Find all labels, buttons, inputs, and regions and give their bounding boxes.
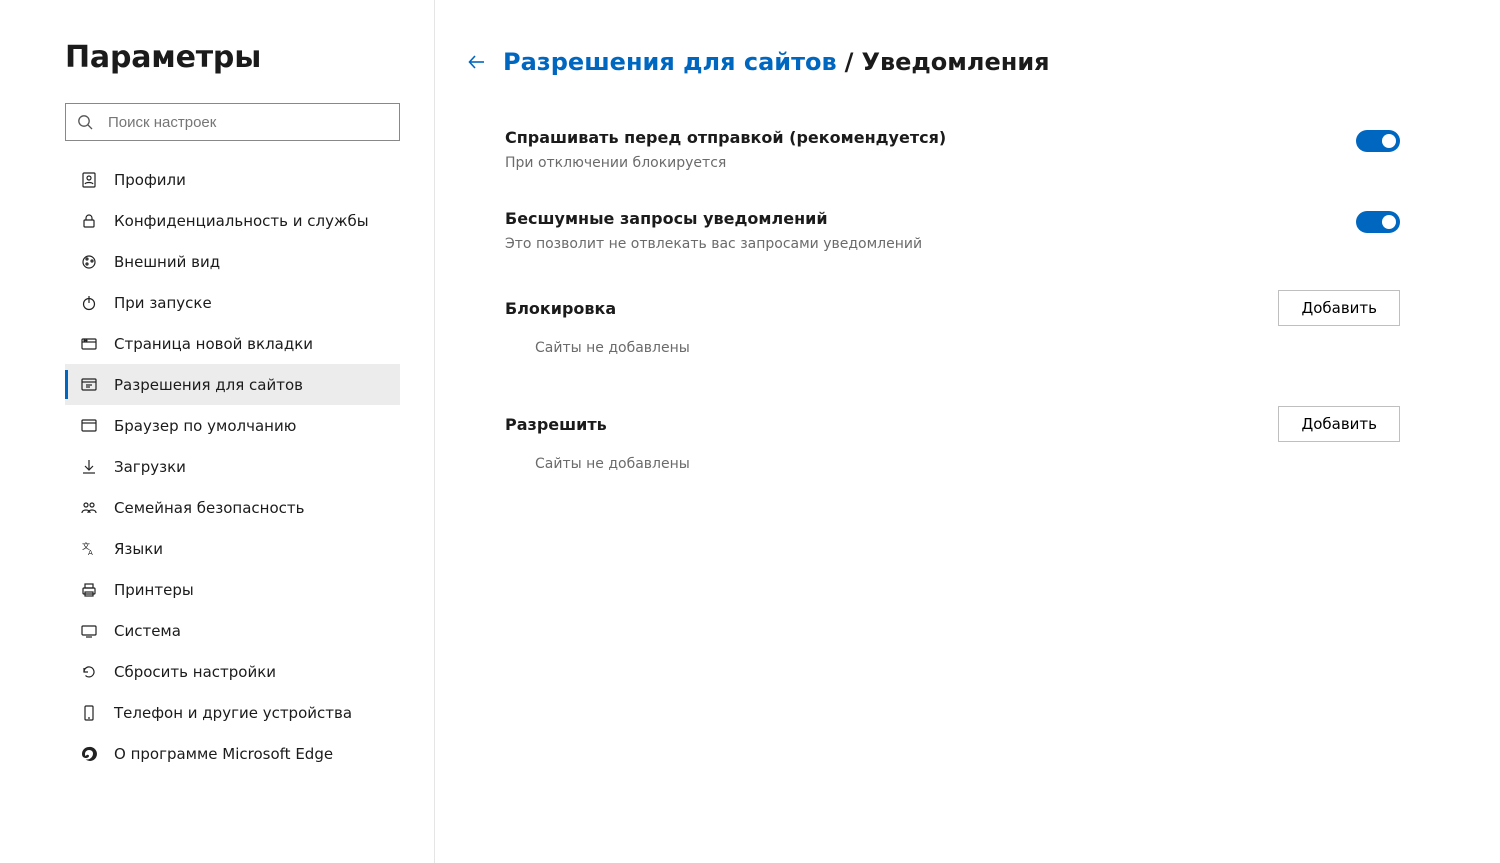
setting-title: Спрашивать перед отправкой (рекомендуетс… [505, 128, 946, 147]
add-block-button[interactable]: Добавить [1278, 290, 1400, 326]
sidebar-item-label: Сбросить настройки [114, 663, 276, 681]
appearance-icon [80, 253, 98, 271]
section-allow: Разрешить Добавить [465, 406, 1400, 442]
setting-text: Бесшумные запросы уведомлений Это позвол… [505, 209, 922, 252]
setting-desc: При отключении блокируется [505, 155, 946, 171]
search-wrap [65, 103, 400, 141]
newtab-icon [80, 335, 98, 353]
sidebar-item-label: Семейная безопасность [114, 499, 304, 517]
breadcrumb-separator: / [845, 48, 854, 76]
permissions-icon [80, 376, 98, 394]
sidebar-item-phone[interactable]: Телефон и другие устройства [65, 692, 400, 733]
block-empty-message: Сайты не добавлены [465, 340, 1400, 356]
sidebar-item-label: Система [114, 622, 181, 640]
lock-icon [80, 212, 98, 230]
sidebar-item-family[interactable]: Семейная безопасность [65, 487, 400, 528]
setting-title: Бесшумные запросы уведомлений [505, 209, 922, 228]
section-title: Блокировка [505, 299, 616, 318]
sidebar-title: Параметры [65, 40, 434, 75]
sidebar-item-profiles[interactable]: Профили [65, 159, 400, 200]
power-icon [80, 294, 98, 312]
sidebar-item-about[interactable]: О программе Microsoft Edge [65, 733, 400, 774]
allow-empty-message: Сайты не добавлены [465, 456, 1400, 472]
setting-desc: Это позволит не отвлекать вас запросами … [505, 236, 922, 252]
sidebar-item-downloads[interactable]: Загрузки [65, 446, 400, 487]
back-button[interactable] [465, 50, 489, 74]
toggle-quiet-requests[interactable] [1356, 211, 1400, 233]
breadcrumb-current: Уведомления [861, 48, 1049, 76]
printer-icon [80, 581, 98, 599]
sidebar-item-printers[interactable]: Принтеры [65, 569, 400, 610]
sidebar-item-label: Принтеры [114, 581, 194, 599]
sidebar-item-label: Телефон и другие устройства [114, 704, 352, 722]
sidebar-item-label: Внешний вид [114, 253, 220, 271]
sidebar-item-startup[interactable]: При запуске [65, 282, 400, 323]
phone-icon [80, 704, 98, 722]
sidebar-item-privacy[interactable]: Конфиденциальность и службы [65, 200, 400, 241]
sidebar-item-default-browser[interactable]: Браузер по умолчанию [65, 405, 400, 446]
sidebar-item-reset[interactable]: Сбросить настройки [65, 651, 400, 692]
section-block: Блокировка Добавить [465, 290, 1400, 326]
sidebar-item-site-permissions[interactable]: Разрешения для сайтов [65, 364, 400, 405]
settings-sidebar: Параметры Профили Конфиденциальность и с… [0, 0, 435, 863]
setting-quiet-requests: Бесшумные запросы уведомлений Это позвол… [465, 209, 1400, 252]
sidebar-item-system[interactable]: Система [65, 610, 400, 651]
sidebar-item-newtab[interactable]: Страница новой вкладки [65, 323, 400, 364]
setting-text: Спрашивать перед отправкой (рекомендуетс… [505, 128, 946, 171]
language-icon: 文A [80, 540, 98, 558]
main-content: Разрешения для сайтов / Уведомления Спра… [435, 0, 1500, 863]
sidebar-item-appearance[interactable]: Внешний вид [65, 241, 400, 282]
profile-icon [80, 171, 98, 189]
sidebar-item-label: Профили [114, 171, 186, 189]
reset-icon [80, 663, 98, 681]
sidebar-item-label: О программе Microsoft Edge [114, 745, 333, 763]
toggle-ask-before-send[interactable] [1356, 130, 1400, 152]
section-title: Разрешить [505, 415, 607, 434]
sidebar-item-label: Языки [114, 540, 163, 558]
sidebar-item-label: Страница новой вкладки [114, 335, 313, 353]
sidebar-item-label: Конфиденциальность и службы [114, 212, 369, 230]
svg-text:A: A [88, 549, 93, 557]
sidebar-item-label: При запуске [114, 294, 212, 312]
add-allow-button[interactable]: Добавить [1278, 406, 1400, 442]
default-browser-icon [80, 417, 98, 435]
download-icon [80, 458, 98, 476]
sidebar-item-languages[interactable]: 文A Языки [65, 528, 400, 569]
edge-icon [80, 745, 98, 763]
search-input[interactable] [65, 103, 400, 141]
sidebar-item-label: Разрешения для сайтов [114, 376, 303, 394]
system-icon [80, 622, 98, 640]
search-icon [77, 114, 93, 130]
sidebar-item-label: Загрузки [114, 458, 186, 476]
sidebar-nav: Профили Конфиденциальность и службы Внеш… [65, 159, 434, 774]
family-icon [80, 499, 98, 517]
breadcrumb: Разрешения для сайтов / Уведомления [465, 48, 1400, 76]
setting-ask-before-send: Спрашивать перед отправкой (рекомендуетс… [465, 128, 1400, 171]
sidebar-item-label: Браузер по умолчанию [114, 417, 296, 435]
breadcrumb-parent[interactable]: Разрешения для сайтов [503, 48, 837, 76]
